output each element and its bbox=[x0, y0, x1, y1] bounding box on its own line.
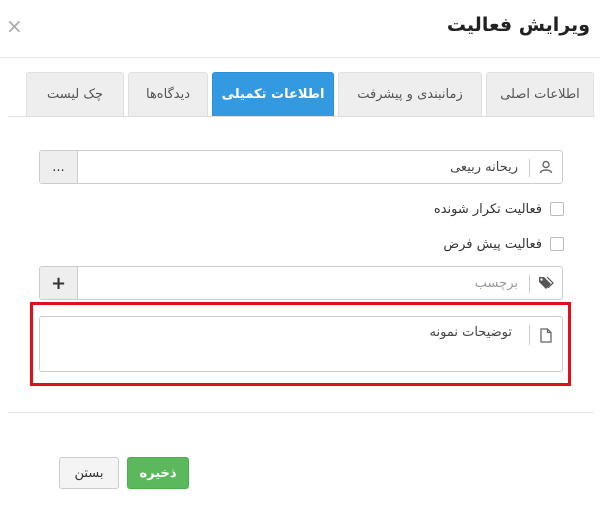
modal-title: ویرایش فعالیت bbox=[446, 14, 590, 36]
description-textarea[interactable]: توضیحات نمونه bbox=[39, 316, 563, 372]
recurring-activity-row: فعالیت تکرار شونده bbox=[434, 198, 564, 220]
footer-divider bbox=[8, 412, 594, 413]
close-button[interactable]: بستن bbox=[59, 457, 119, 489]
description-value: توضیحات نمونه bbox=[429, 325, 512, 340]
default-activity-row: فعالیت پیش فرض bbox=[443, 233, 564, 255]
close-icon[interactable]: × bbox=[6, 16, 23, 36]
tab-additional-info[interactable]: اطلاعات تکمیلی bbox=[212, 72, 334, 116]
save-button[interactable]: ذخیره bbox=[127, 457, 189, 489]
recurring-activity-checkbox[interactable] bbox=[550, 202, 564, 216]
assignee-field[interactable]: ریحانه ربیعی ... bbox=[39, 150, 563, 184]
tag-field[interactable]: برچسب + bbox=[39, 266, 563, 300]
default-activity-checkbox[interactable] bbox=[550, 237, 564, 251]
tag-icon bbox=[530, 267, 562, 299]
icon-separator bbox=[529, 325, 530, 345]
user-icon bbox=[530, 151, 562, 183]
default-activity-label: فعالیت پیش فرض bbox=[443, 236, 542, 252]
icon-separator bbox=[529, 159, 530, 177]
assignee-more-button[interactable]: ... bbox=[40, 151, 78, 183]
tag-placeholder: برچسب bbox=[474, 275, 518, 291]
tab-checklist[interactable]: چک لیست bbox=[26, 72, 124, 116]
add-tag-button[interactable]: + bbox=[40, 267, 78, 299]
tab-bar: اطلاعات اصلی زمانبندی و پیشرفت اطلاعات ت… bbox=[0, 72, 600, 116]
recurring-activity-label: فعالیت تکرار شونده bbox=[433, 201, 542, 217]
header-divider bbox=[0, 57, 600, 58]
tabs-divider bbox=[8, 116, 594, 117]
tab-main-info[interactable]: اطلاعات اصلی bbox=[486, 72, 594, 116]
assignee-value: ریحانه ربیعی bbox=[450, 159, 518, 175]
icon-separator bbox=[529, 275, 530, 293]
file-icon bbox=[530, 325, 562, 345]
tab-comments[interactable]: دیدگاه‌ها bbox=[128, 72, 208, 116]
tab-scheduling-progress[interactable]: زمانبندی و پیشرفت bbox=[338, 72, 482, 116]
